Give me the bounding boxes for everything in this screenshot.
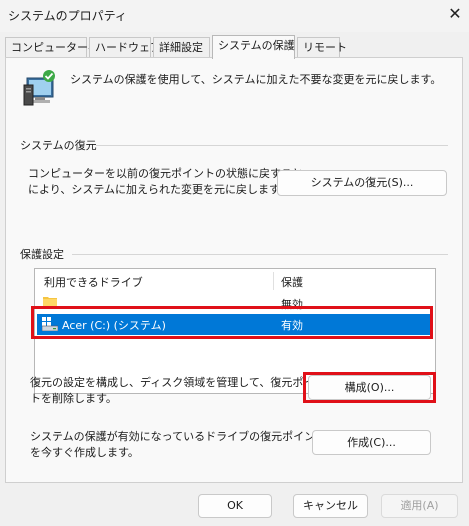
protection-heading: 保護設定 [20, 248, 64, 261]
drive-row-selected[interactable]: Acer (C:) (システム) 有効 [37, 314, 433, 335]
drive-list-header: 利用できるドライブ 保護 [35, 269, 435, 293]
tab-computer-name[interactable]: コンピューター名 [5, 37, 99, 57]
system-drive-icon [41, 317, 59, 332]
tab-hardware[interactable]: ハードウェア [89, 37, 161, 57]
title-bar: システムのプロパティ ✕ [0, 0, 469, 32]
tab-panel: システムの保護を使用して、システムに加えた不要な変更を元に戻します。 システムの… [5, 57, 463, 483]
cancel-button[interactable]: キャンセル [293, 494, 368, 518]
system-protection-icon [21, 68, 61, 108]
system-restore-button[interactable]: システムの復元(S)... [277, 170, 447, 196]
intro-text: システムの保護を使用して、システムに加えた不要な変更を元に戻します。 [70, 73, 442, 86]
tab-system-protection[interactable]: システムの保護 [212, 35, 295, 59]
create-button[interactable]: 作成(C)... [312, 430, 431, 455]
restore-description: コンピューターを以前の復元ポイントの状態に戻すこと により、システムに加えられた… [28, 167, 303, 196]
dialog-footer: OK キャンセル 適用(A) [0, 483, 469, 526]
configure-button[interactable]: 構成(O)... [308, 375, 431, 400]
column-header-protection[interactable]: 保護 [281, 274, 303, 290]
protection-divider [72, 254, 448, 255]
ok-button[interactable]: OK [198, 494, 272, 518]
restore-divider [96, 145, 448, 146]
window-title: システムのプロパティ [8, 9, 127, 23]
close-icon[interactable]: ✕ [445, 4, 465, 24]
drive-name: Acer (C:) (システム) [62, 319, 166, 332]
column-separator[interactable] [273, 272, 274, 290]
drive-protection-status: 無効 [281, 298, 303, 311]
column-header-drive[interactable]: 利用できるドライブ [44, 274, 143, 290]
drive-protection-status: 有効 [281, 319, 303, 332]
tab-advanced[interactable]: 詳細設定 [153, 37, 210, 57]
drive-row[interactable]: 無効 [35, 293, 435, 314]
folder-icon [43, 296, 57, 307]
apply-button[interactable]: 適用(A) [381, 494, 458, 518]
configure-description: 復元の設定を構成し、ディスク領域を管理して、復元ポイント トを削除します。 [30, 376, 336, 405]
restore-heading: システムの復元 [20, 139, 97, 152]
tab-remote[interactable]: リモート [297, 37, 347, 57]
create-description: システムの保護が有効になっているドライブの復元ポイント を今すぐ作成します。 [30, 430, 327, 459]
